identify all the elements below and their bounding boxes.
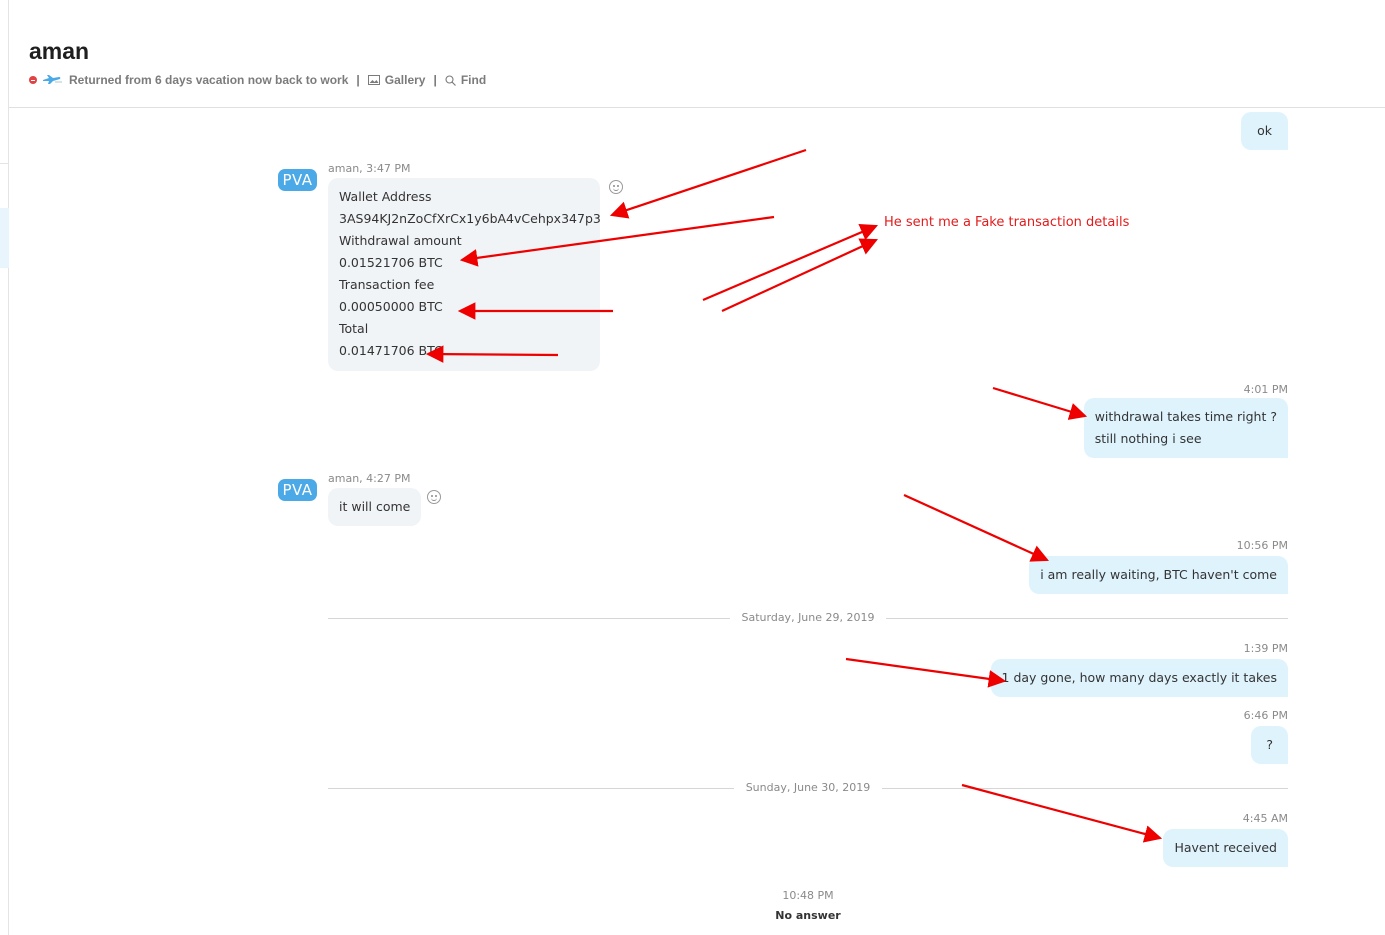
message-withdrawal[interactable]: withdrawal takes time right ? still noth… (1083, 398, 1288, 458)
message-line: 0.01521706 BTC (339, 255, 443, 270)
message-time: 1:39 PM (1243, 642, 1288, 655)
date-divider: Saturday, June 29, 2019 (328, 611, 1288, 625)
message-line: Total (339, 321, 369, 336)
message-line: Withdrawal amount (339, 233, 462, 248)
annotation-arrow (992, 386, 1088, 420)
separator: | (356, 73, 360, 87)
emoji-reaction-icon[interactable] (609, 180, 623, 194)
message-time: 6:46 PM (1243, 709, 1288, 722)
header-subbar: Returned from 6 days vacation now back t… (29, 72, 486, 88)
message-line: withdrawal takes time right ? (1094, 409, 1277, 424)
do-not-disturb-icon (29, 76, 37, 84)
message-time: 10:56 PM (1236, 539, 1288, 552)
avatar[interactable]: PVA (278, 169, 317, 191)
call-time: 10:48 PM (782, 889, 834, 902)
avatar[interactable]: PVA (278, 479, 317, 501)
message-havent-received[interactable]: Havent received (1163, 829, 1288, 867)
sidebar-divider (0, 163, 9, 164)
message-question[interactable]: ? (1251, 726, 1288, 764)
message-line: 0.00050000 BTC (339, 299, 443, 314)
message-line: Transaction fee (339, 277, 435, 292)
mood-plane-icon (41, 74, 63, 86)
search-icon[interactable] (445, 74, 456, 86)
call-status: No answer (775, 909, 841, 922)
message-line: 0.01471706 BTC (339, 343, 443, 358)
find-link[interactable]: Find (461, 73, 486, 87)
mood-message: Returned from 6 days vacation now back t… (69, 73, 349, 87)
message-time: 4:45 AM (1242, 812, 1288, 825)
message-meta: aman, 4:27 PM (328, 472, 411, 485)
separator: | (433, 73, 437, 87)
contact-name[interactable]: aman (29, 38, 89, 65)
annotation-arrow (903, 493, 1050, 562)
message-meta: aman, 3:47 PM (328, 162, 411, 175)
message-line: Wallet Address (339, 189, 432, 204)
message-line: 3AS94KJ2nZoCfXrCx1y6bA4vCehpx347p3 (339, 211, 601, 226)
message-it-will-come[interactable]: it will come (328, 488, 422, 526)
chat-header: aman Returned from 6 days vacation now b… (9, 0, 1385, 108)
sidebar-selected-item[interactable] (0, 208, 9, 268)
message-day-gone[interactable]: 1 day gone, how many days exactly it tak… (990, 659, 1288, 697)
left-sidebar-edge (0, 0, 9, 935)
message-waiting[interactable]: i am really waiting, BTC haven't come (1029, 556, 1288, 594)
divider-line (886, 618, 1288, 619)
message-line: still nothing i see (1094, 431, 1202, 446)
annotation-arrow (721, 238, 878, 312)
date-divider: Sunday, June 30, 2019 (328, 781, 1288, 795)
annotation-arrow (609, 148, 807, 219)
divider-line (882, 788, 1288, 789)
message-ok[interactable]: ok (1241, 112, 1288, 150)
message-wallet-details[interactable]: Wallet Address 3AS94KJ2nZoCfXrCx1y6bA4vC… (328, 178, 601, 371)
annotation-arrow (845, 657, 1007, 688)
message-time: 4:01 PM (1243, 383, 1288, 396)
annotation-text: He sent me a Fake transaction details (884, 215, 1130, 230)
gallery-icon[interactable] (367, 75, 380, 85)
annotation-arrow (702, 223, 879, 302)
gallery-link[interactable]: Gallery (385, 73, 426, 87)
emoji-reaction-icon[interactable] (427, 490, 441, 504)
